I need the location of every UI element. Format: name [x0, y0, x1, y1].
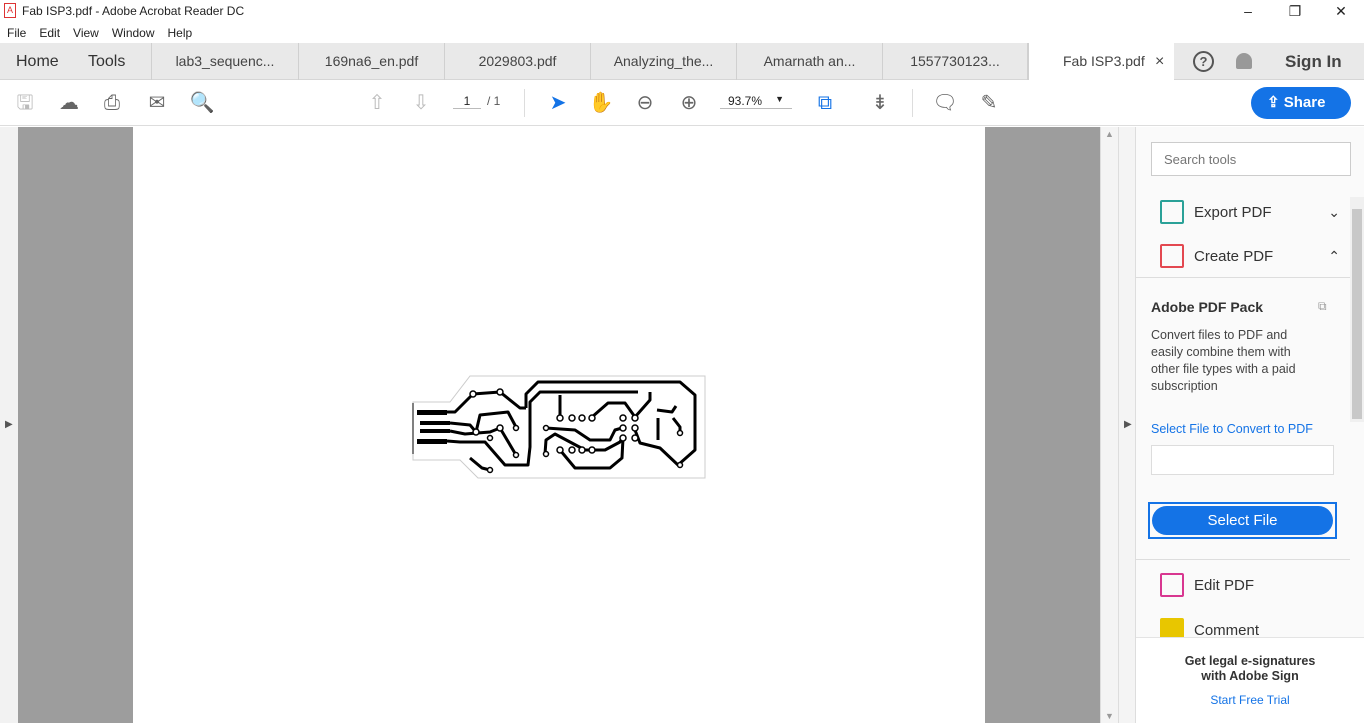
- divider: [912, 89, 913, 117]
- chevron-up-icon: ⌃: [1328, 247, 1340, 264]
- bell-icon[interactable]: [1236, 53, 1252, 69]
- pdf-app-icon: A: [4, 3, 16, 18]
- tab-home[interactable]: Home: [16, 43, 59, 80]
- adobe-sign-promo: Get legal e-signatures with Adobe Sign St…: [1136, 637, 1364, 723]
- menu-edit[interactable]: Edit: [32, 26, 66, 40]
- chevron-down-icon: ⌄: [1328, 203, 1340, 220]
- pdf-page: [133, 127, 985, 723]
- upload-cloud-icon[interactable]: ☁: [56, 90, 82, 116]
- search-icon[interactable]: 🔍: [189, 90, 215, 116]
- comment-icon[interactable]: 🗨: [932, 90, 958, 116]
- menu-help[interactable]: Help: [161, 26, 199, 40]
- divider: [1136, 277, 1350, 278]
- hand-tool-icon[interactable]: ✋: [588, 90, 614, 116]
- tab-bar: Home Tools lab3_sequenc... 169na6_en.pdf…: [0, 43, 1364, 81]
- promo-line: with Adobe Sign: [1201, 669, 1299, 683]
- pack-description: Convert files to PDF and easily combine …: [1151, 328, 1296, 393]
- email-icon[interactable]: ✉: [144, 90, 170, 116]
- fit-page-icon[interactable]: ⧉: [812, 90, 838, 116]
- tab-active-document[interactable]: Fab ISP3.pdf ×: [1028, 43, 1174, 81]
- help-icon[interactable]: ?: [1193, 51, 1214, 72]
- search-tools-input[interactable]: [1151, 142, 1351, 176]
- file-drop-field[interactable]: [1151, 445, 1334, 475]
- highlight-pen-icon[interactable]: ✎: [976, 90, 1002, 116]
- right-panel-toggle[interactable]: ▶: [1118, 127, 1136, 723]
- share-button[interactable]: ⇪ Share: [1251, 87, 1351, 119]
- tool-list-clip: Comment: [1136, 615, 1350, 637]
- expand-left-icon: ▶: [5, 419, 13, 430]
- left-panel-toggle[interactable]: ▶: [0, 127, 18, 723]
- tools-pane: Export PDF⌄ Create PDF⌃ Adobe PDF Pack ⧉…: [1136, 127, 1364, 723]
- promo-line: Get legal e-signatures: [1184, 654, 1316, 668]
- menu-view[interactable]: View: [66, 26, 105, 40]
- menu-file[interactable]: File: [0, 26, 32, 40]
- next-page-icon[interactable]: ⇩: [408, 90, 434, 116]
- page-number-input[interactable]: 1: [453, 94, 481, 109]
- collapse-right-icon: ▶: [1124, 419, 1132, 430]
- pack-info-icon[interactable]: ⧉: [1318, 299, 1327, 314]
- export-pdf-icon: [1160, 200, 1184, 224]
- chevron-down-icon: ▼: [775, 94, 784, 104]
- select-file-link[interactable]: Select File to Convert to PDF: [1151, 422, 1313, 436]
- tab-document[interactable]: 169na6_en.pdf: [298, 43, 444, 80]
- menu-bar: File Edit View Window Help: [0, 22, 198, 43]
- tab-tools[interactable]: Tools: [88, 43, 125, 80]
- window-title: Fab ISP3.pdf - Adobe Acrobat Reader DC: [22, 4, 245, 18]
- zoom-value: 93.7%: [728, 94, 763, 108]
- page-total: / 1: [487, 94, 501, 108]
- minimize-button[interactable]: –: [1225, 0, 1271, 22]
- scroll-up-icon[interactable]: ▲: [1105, 129, 1114, 139]
- tool-comment[interactable]: Comment: [1160, 615, 1340, 637]
- edit-pdf-icon: [1160, 573, 1184, 597]
- tab-document[interactable]: lab3_sequenc...: [151, 43, 298, 80]
- panel-scrollbar[interactable]: [1350, 197, 1364, 422]
- tool-create-pdf[interactable]: Create PDF ⌃: [1160, 241, 1340, 271]
- tab-label: Fab ISP3.pdf: [1063, 53, 1145, 69]
- select-file-button[interactable]: Select File: [1152, 506, 1333, 535]
- tab-document[interactable]: 1557730123...: [882, 43, 1028, 80]
- divider: [1136, 559, 1350, 560]
- create-pdf-icon: [1160, 244, 1184, 268]
- maximize-button[interactable]: ❐: [1272, 0, 1318, 22]
- menu-window[interactable]: Window: [105, 26, 161, 40]
- pcb-layout-image: [412, 375, 706, 479]
- close-tab-icon[interactable]: ×: [1155, 43, 1164, 80]
- tab-document[interactable]: 2029803.pdf: [444, 43, 590, 80]
- previous-page-icon[interactable]: ⇧: [364, 90, 390, 116]
- vertical-scrollbar[interactable]: ▲ ▼: [1100, 127, 1118, 723]
- pack-title: Adobe PDF Pack: [1151, 299, 1264, 315]
- comment-tool-icon: [1160, 618, 1184, 637]
- print-icon[interactable]: ⎙: [99, 90, 125, 116]
- scroll-mode-icon[interactable]: ⇟: [867, 90, 893, 116]
- tool-edit-pdf[interactable]: Edit PDF: [1160, 570, 1340, 600]
- zoom-select[interactable]: 93.7% ▼: [720, 94, 792, 109]
- zoom-in-icon[interactable]: ⊕: [676, 90, 702, 116]
- tab-document[interactable]: Amarnath an...: [736, 43, 882, 80]
- share-icon: ⇪: [1267, 94, 1284, 111]
- zoom-out-icon[interactable]: ⊖: [632, 90, 658, 116]
- title-bar: A Fab ISP3.pdf - Adobe Acrobat Reader DC…: [0, 0, 1364, 22]
- sign-in-button[interactable]: Sign In: [1285, 43, 1342, 80]
- select-file-focus[interactable]: Select File: [1148, 502, 1337, 539]
- divider: [524, 89, 525, 117]
- tool-export-pdf[interactable]: Export PDF ⌄: [1160, 197, 1340, 227]
- close-window-button[interactable]: ✕: [1318, 0, 1364, 22]
- select-cursor-icon[interactable]: ➤: [545, 90, 571, 116]
- tab-document[interactable]: Analyzing_the...: [590, 43, 736, 80]
- save-icon[interactable]: 🖫: [12, 90, 38, 116]
- scroll-down-icon[interactable]: ▼: [1105, 711, 1114, 721]
- toolbar: 🖫 ☁ ⎙ ✉ 🔍 ⇧ ⇩ 1 / 1 ➤ ✋ ⊖ ⊕ 93.7% ▼ ⧉ ⇟ 🗨…: [0, 80, 1364, 126]
- start-free-trial-link[interactable]: Start Free Trial: [1136, 693, 1364, 707]
